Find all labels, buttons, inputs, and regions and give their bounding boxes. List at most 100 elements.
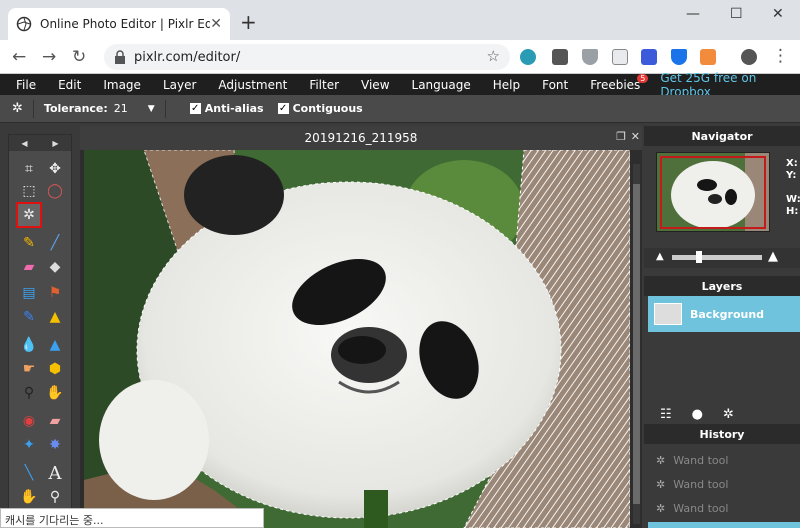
menu-image[interactable]: Image bbox=[87, 78, 141, 92]
brush-tool-icon[interactable]: ╱ bbox=[43, 231, 67, 255]
wand-icon: ✲ bbox=[656, 502, 666, 515]
extension-4-icon[interactable] bbox=[612, 49, 628, 65]
zoom-out-icon[interactable]: ▲ bbox=[656, 251, 664, 262]
layer-row-background[interactable]: Background bbox=[648, 296, 800, 332]
zoom-in-icon[interactable]: ▲ bbox=[768, 249, 778, 264]
pencil-tool-icon[interactable]: ✎ bbox=[17, 231, 41, 255]
scrollbar-thumb[interactable] bbox=[633, 184, 640, 504]
profile-avatar-icon[interactable] bbox=[741, 49, 757, 65]
dodge-tool-icon[interactable]: ✋ bbox=[43, 381, 67, 405]
contiguous-label: Contiguous bbox=[292, 102, 363, 115]
antialias-label: Anti-alias bbox=[204, 102, 264, 115]
canvas-image[interactable] bbox=[84, 150, 630, 528]
maximize-button[interactable]: ☐ bbox=[730, 6, 743, 22]
extension-2-icon[interactable] bbox=[552, 49, 568, 65]
spot-heal-tool-icon[interactable]: ▰ bbox=[43, 409, 67, 433]
canvas-close-icon[interactable]: ✕ bbox=[631, 130, 640, 143]
right-panels: Navigator X: Y: W: H: ▲ ▲ Layers Backgro… bbox=[644, 126, 800, 528]
extension-1-icon[interactable] bbox=[520, 49, 536, 65]
blur-tool-icon[interactable]: 💧 bbox=[17, 333, 41, 357]
wand-tool-icon[interactable]: ✲ bbox=[16, 202, 42, 228]
reload-icon[interactable]: ↻ bbox=[72, 47, 86, 67]
new-tab-button[interactable]: + bbox=[240, 10, 257, 34]
navigator-coords: X: Y: W: H: bbox=[786, 158, 800, 218]
forward-arrow-icon[interactable]: → bbox=[42, 47, 56, 67]
menu-filter[interactable]: Filter bbox=[293, 78, 339, 92]
menu-adjustment[interactable]: Adjustment bbox=[202, 78, 287, 92]
crop-tool-icon[interactable]: ⌗ bbox=[17, 157, 41, 181]
browser-tab[interactable]: Online Photo Editor | Pixlr Edito ✕ bbox=[8, 8, 230, 40]
menu-language[interactable]: Language bbox=[396, 78, 471, 92]
bloat-tool-icon[interactable]: ✦ bbox=[17, 433, 41, 457]
back-arrow-icon[interactable]: ← bbox=[12, 47, 26, 67]
security-extension-icon[interactable] bbox=[671, 49, 687, 65]
wand-icon: ✲ bbox=[656, 454, 666, 467]
tab-close-icon[interactable]: ✕ bbox=[210, 16, 222, 32]
layer-properties-icon[interactable]: ☷ bbox=[660, 407, 672, 422]
shield-extension-icon[interactable] bbox=[582, 49, 598, 65]
zoom-slider-track[interactable] bbox=[672, 255, 762, 260]
layer-thumbnail bbox=[654, 303, 682, 325]
toolbox-right-arrow-icon[interactable]: ▶ bbox=[52, 139, 58, 148]
eraser-tool-icon[interactable]: ▰ bbox=[17, 255, 41, 279]
toolbox-panel: ◀ ▶ ⌗ ✥ ⬚ ◯ ✲ ✎ ╱ ▰ ◆ ▤ ⚑ ✎ ▲ 💧 ▲ ☛ ⬢ ⚲ … bbox=[8, 134, 72, 528]
menu-file[interactable]: File bbox=[0, 78, 36, 92]
type-tool-icon[interactable]: A bbox=[43, 461, 67, 485]
history-item[interactable]: ✲ Wand tool bbox=[656, 478, 728, 491]
canvas-restore-icon[interactable]: ❐ bbox=[616, 130, 626, 143]
antialias-checkbox[interactable]: ✓ Anti-alias bbox=[189, 102, 264, 115]
burn-tool-icon[interactable]: ⚲ bbox=[17, 381, 41, 405]
sponge-tool-icon[interactable]: ⬢ bbox=[43, 357, 67, 381]
sharpen-tool-icon[interactable]: ▲ bbox=[43, 333, 67, 357]
window-close-button[interactable]: ✕ bbox=[772, 6, 784, 22]
history-item[interactable]: ✲ Wand tool bbox=[656, 502, 728, 515]
hand-tool-icon[interactable]: ✋ bbox=[17, 485, 41, 509]
gradient-tool-icon[interactable]: ▤ bbox=[17, 281, 41, 305]
menu-freebies[interactable]: Freebies 5 bbox=[574, 73, 649, 92]
zoom-slider-knob[interactable] bbox=[696, 251, 702, 263]
layer-effects-icon[interactable]: ✲ bbox=[723, 407, 734, 422]
navigator-thumbnail[interactable] bbox=[656, 152, 770, 232]
stamp-tool-icon[interactable]: ⚑ bbox=[43, 281, 67, 305]
history-item[interactable]: ✲ Wand tool bbox=[656, 454, 728, 467]
address-bar-row: ← → ↻ pixlr.com/editor/ ☆ ⋮ bbox=[0, 40, 800, 74]
layer-mask-icon[interactable]: ● bbox=[692, 407, 703, 422]
bookmark-star-icon[interactable]: ☆ bbox=[487, 47, 500, 65]
smudge-tool-icon[interactable]: ☛ bbox=[17, 357, 41, 381]
canvas-vertical-scrollbar[interactable] bbox=[633, 164, 640, 524]
menu-font[interactable]: Font bbox=[526, 78, 568, 92]
minimize-button[interactable]: — bbox=[686, 6, 700, 22]
bucket-tool-icon[interactable]: ◆ bbox=[43, 255, 67, 279]
menu-edit[interactable]: Edit bbox=[42, 78, 81, 92]
toolbox-header: ◀ ▶ bbox=[9, 135, 71, 151]
history-item-label: Wand tool bbox=[673, 478, 729, 491]
address-input[interactable]: pixlr.com/editor/ ☆ bbox=[104, 44, 510, 70]
check-icon: ✓ bbox=[189, 103, 201, 114]
menu-view[interactable]: View bbox=[345, 78, 389, 92]
history-item-label: Wand tool bbox=[673, 502, 729, 515]
color-picker-tool-icon[interactable]: ╲ bbox=[17, 461, 41, 485]
menu-layer[interactable]: Layer bbox=[147, 78, 196, 92]
contiguous-checkbox[interactable]: ✓ Contiguous bbox=[277, 102, 363, 115]
marquee-tool-icon[interactable]: ⬚ bbox=[17, 179, 41, 203]
navigator-viewport-frame[interactable] bbox=[660, 156, 766, 229]
canvas-title: 20191216_211958 bbox=[304, 131, 418, 145]
move-tool-icon[interactable]: ✥ bbox=[43, 157, 67, 181]
color-replace-tool-icon[interactable]: ✎ bbox=[17, 305, 41, 329]
extension-7-icon[interactable] bbox=[700, 49, 716, 65]
tab-title: Online Photo Editor | Pixlr Edito bbox=[40, 17, 211, 31]
red-eye-tool-icon[interactable]: ◉ bbox=[17, 409, 41, 433]
drawing-tool-icon[interactable]: ▲ bbox=[43, 305, 67, 329]
browser-menu-icon[interactable]: ⋮ bbox=[772, 46, 789, 66]
pinch-tool-icon[interactable]: ✸ bbox=[43, 433, 67, 457]
history-selected-item[interactable] bbox=[648, 522, 800, 528]
check-icon: ✓ bbox=[277, 103, 289, 114]
toolbox-left-arrow-icon[interactable]: ◀ bbox=[21, 139, 27, 148]
tolerance-value[interactable]: 21 bbox=[114, 102, 128, 115]
lasso-tool-icon[interactable]: ◯ bbox=[43, 179, 67, 203]
menu-help[interactable]: Help bbox=[477, 78, 520, 92]
divider bbox=[32, 99, 34, 118]
zoom-tool-icon[interactable]: ⚲ bbox=[43, 485, 67, 509]
extension-5-icon[interactable] bbox=[641, 49, 657, 65]
tolerance-dropdown-icon[interactable]: ▼ bbox=[148, 104, 155, 114]
